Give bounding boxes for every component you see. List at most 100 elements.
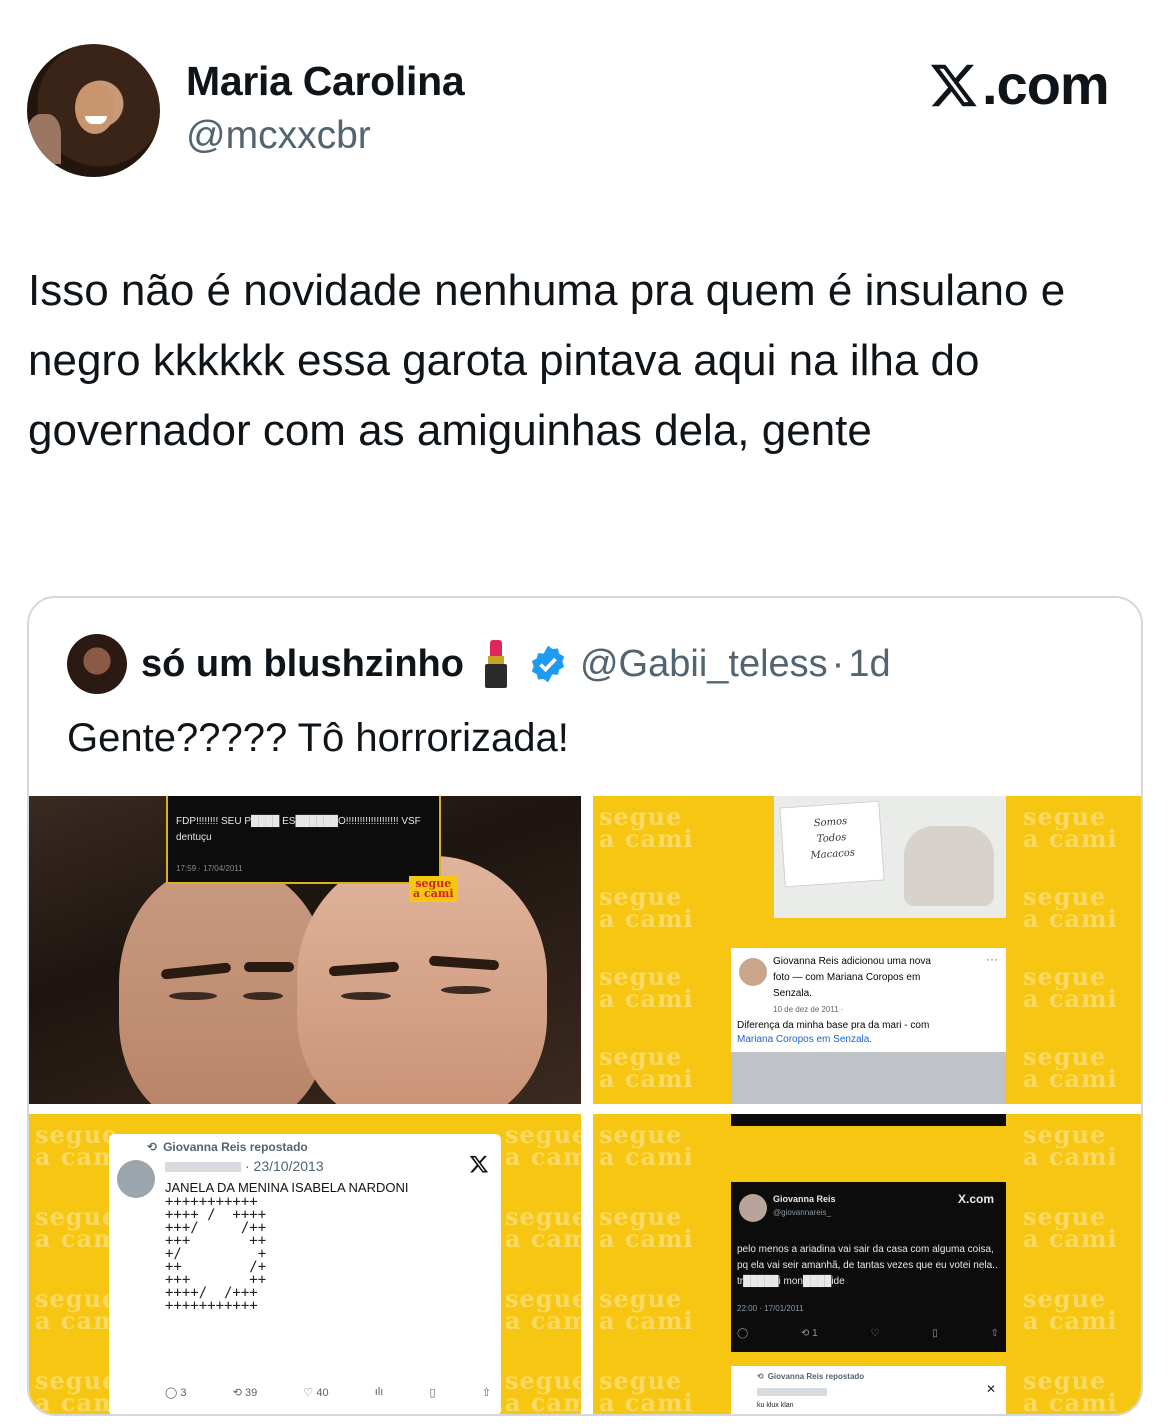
quoted-avatar[interactable] <box>67 634 127 694</box>
image3-reposted: ⟲ Giovanna Reis repostado <box>147 1140 308 1154</box>
share-icon: ⇧ <box>990 1328 999 1339</box>
watermark: seguea cami <box>599 802 694 853</box>
like-icon: ♡ <box>870 1328 880 1339</box>
image4-brand: X.com <box>957 1192 994 1206</box>
image4-avatar <box>739 1194 767 1222</box>
image1-eye <box>441 986 491 994</box>
watermark: seguea cami <box>1023 1284 1118 1335</box>
image1-eye <box>243 992 283 1000</box>
media-image-4[interactable]: segue a cami segue a cami segue a cami segu… <box>593 1114 1141 1416</box>
image1-text-line1: FDP!!!!!!!! SEU P████ ES██████O!!!!!!!!!… <box>176 816 421 827</box>
image4-actions: ◯ ⟲ 1 ♡ ▯ ⇧ <box>737 1328 999 1339</box>
image2-sign: Somos Todos Macacos <box>779 800 885 888</box>
image2-photo: Somos Todos Macacos <box>774 796 1006 918</box>
x-brand-label: .com <box>982 53 1110 116</box>
x-logo-icon <box>469 1155 489 1173</box>
share-icon: ⇧ <box>481 1387 491 1399</box>
image2-body1: Diferença da minha base pra da mari - co… <box>737 1020 930 1031</box>
image3-ascii-art: +++++++++++ ++++ / ++++ +++/ /++ +++ ++ … <box>165 1194 267 1314</box>
watermark: seguea cami <box>1023 1042 1118 1093</box>
quoted-tweet-text: Gente????? Tô horrorizada! <box>67 716 569 760</box>
time-separator: · <box>831 642 845 685</box>
watermark: seguea cami <box>1023 1366 1118 1416</box>
watermark: seguea cami <box>505 1284 581 1335</box>
image4-top-bar <box>731 1114 1006 1126</box>
image3-avatar <box>117 1160 155 1198</box>
watermark: seguea cami <box>505 1120 581 1171</box>
image3-name-redacted <box>165 1162 241 1172</box>
watermark: seguea cami <box>1023 962 1118 1013</box>
image4-handle: @giovannareis_ <box>773 1208 831 1217</box>
bookmark-icon: ▯ <box>429 1387 436 1399</box>
author-handle[interactable]: @mcxxcbr <box>186 114 371 158</box>
image1-eye <box>169 992 217 1000</box>
bookmark-icon: ▯ <box>932 1328 938 1339</box>
image2-body2: Mariana Coropos em Senzala. <box>737 1034 873 1045</box>
media-image-3[interactable]: segue a cami segue a cami segue a cami segu… <box>29 1114 581 1416</box>
image2-facebook-post: ··· Giovanna Reis adicionou uma nova fot… <box>731 948 1006 1104</box>
x-brand: .com <box>928 52 1110 117</box>
image1-text-line2: dentuçu <box>176 832 212 843</box>
watermark: seguea cami <box>1023 1202 1118 1253</box>
image2-line1: Giovanna Reis adicionou uma nova <box>773 956 931 967</box>
x-logo-icon <box>930 64 977 106</box>
views-icon: ılı <box>374 1386 384 1398</box>
media-image-2[interactable]: segue a cami segue a cami segue a cami segu… <box>593 796 1141 1104</box>
image2-attached-photo <box>731 1052 1006 1104</box>
badge-line2: a cami <box>413 887 454 900</box>
image1-tweet-card: FDP!!!!!!!! SEU P████ ES██████O!!!!!!!!!… <box>166 796 441 884</box>
watermark: seguea cami <box>599 882 694 933</box>
image1-watermark-badge: segue a cami <box>409 876 458 902</box>
image2-line2: foto — com Mariana Coropos em <box>773 972 921 983</box>
image2-avatar <box>739 958 767 986</box>
image2-line3: Senzala. <box>773 988 812 999</box>
image2-date: 10 de dez de 2011 · <box>773 1005 844 1014</box>
image4-name: Giovanna Reis <box>773 1194 836 1204</box>
quoted-author-handle[interactable]: @Gabii_teless <box>580 643 828 686</box>
image3-stats: ◯ 3 ⟲ 39 ♡ 40 ılı ▯ ⇧ <box>165 1386 491 1399</box>
verified-badge-icon <box>531 645 565 683</box>
image1-brow <box>244 962 294 972</box>
watermark: seguea cami <box>505 1366 581 1416</box>
image4-time: 22:00 · 17/01/2011 <box>737 1304 804 1313</box>
reply-icon: ◯ <box>737 1328 749 1339</box>
repost-count: ⟲ 39 <box>232 1387 258 1399</box>
image3-date: · 23/10/2013 <box>245 1158 324 1174</box>
watermark: seguea cami <box>1023 882 1118 933</box>
image4-dark-tweet: Giovanna Reis @giovannareis_ X.com pelo … <box>731 1182 1006 1352</box>
author-name[interactable]: Maria Carolina <box>186 58 465 105</box>
x-logo-icon: ✕ <box>985 1382 996 1396</box>
quoted-tweet[interactable]: só um blushzinho @Gabii_teless · 1d Gent… <box>27 596 1143 1416</box>
repost-icon: ⟲ <box>147 1140 158 1154</box>
image4-footer-text: ku klux klan <box>757 1402 794 1409</box>
watermark: seguea cami <box>505 1202 581 1253</box>
watermark: seguea cami <box>1023 1120 1118 1171</box>
author-avatar[interactable] <box>27 44 160 177</box>
more-icon: ··· <box>986 952 998 966</box>
image2-figure <box>904 826 994 906</box>
repost-icon: ⟲ <box>757 1372 764 1381</box>
quoted-timestamp[interactable]: 1d <box>848 643 890 686</box>
image3-title: JANELA DA MENINA ISABELA NARDONI <box>165 1180 409 1195</box>
quoted-author-name[interactable]: só um blushzinho <box>141 643 464 686</box>
image4-reposted: ⟲ Giovanna Reis repostado <box>757 1372 865 1381</box>
lipstick-icon <box>484 640 507 688</box>
media-image-1[interactable]: FDP!!!!!!!! SEU P████ ES██████O!!!!!!!!!… <box>29 796 581 1104</box>
image4-reposted-card: ⟲ Giovanna Reis repostado ✕ ku klux klan <box>731 1366 1006 1414</box>
watermark: seguea cami <box>599 1120 694 1171</box>
image1-timestamp: 17:59 · 17/04/2011 <box>176 864 243 873</box>
reply-count: ◯ 3 <box>165 1387 187 1399</box>
image4-text: pelo menos a ariadina vai sair da casa c… <box>737 1244 998 1287</box>
watermark: seguea cami <box>599 962 694 1013</box>
watermark: seguea cami <box>599 1202 694 1253</box>
watermark: seguea cami <box>599 1366 694 1416</box>
watermark: seguea cami <box>1023 802 1118 853</box>
like-count: ♡ 40 <box>303 1387 329 1399</box>
watermark: seguea cami <box>599 1042 694 1093</box>
avatar-friend <box>27 114 61 164</box>
quoted-tweet-header: só um blushzinho @Gabii_teless · 1d <box>67 634 891 694</box>
repost-count: ⟲ 1 <box>801 1328 818 1339</box>
tweet-text: Isso não é novidade nenhuma pra quem é i… <box>28 266 1066 455</box>
media-grid: FDP!!!!!!!! SEU P████ ES██████O!!!!!!!!!… <box>29 796 1141 1416</box>
image3-tweet-card: ⟲ Giovanna Reis repostado · 23/10/2013 JA… <box>109 1134 501 1414</box>
